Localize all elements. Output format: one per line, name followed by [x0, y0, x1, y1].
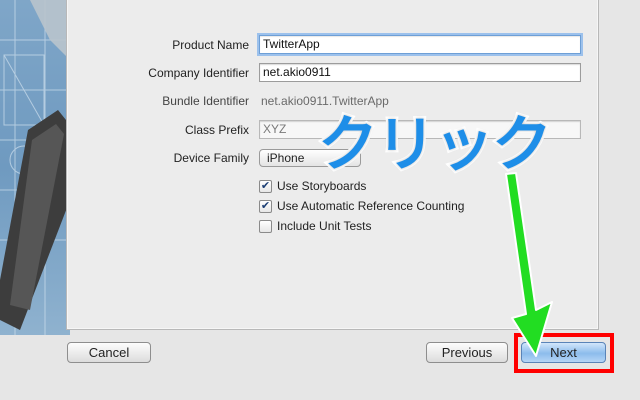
include-unit-tests-checkbox[interactable]: Include Unit Tests: [259, 218, 372, 234]
company-identifier-label: Company Identifier: [148, 66, 249, 80]
device-family-label: Device Family: [173, 151, 249, 165]
green-arrow-icon: [505, 172, 553, 357]
use-arc-label: Use Automatic Reference Counting: [277, 199, 465, 213]
cancel-button[interactable]: Cancel: [67, 342, 151, 363]
click-callout-text: クリック: [316, 108, 555, 183]
hammer-blueprint-icon: [0, 0, 70, 335]
product-name-field[interactable]: TwitterApp: [259, 35, 581, 54]
include-unit-tests-label: Include Unit Tests: [277, 219, 372, 233]
bundle-identifier-label: Bundle Identifier: [162, 94, 249, 108]
blueprint-artwork: [0, 0, 70, 335]
product-name-label: Product Name: [172, 38, 249, 52]
device-family-value: iPhone: [267, 151, 305, 165]
class-prefix-label: Class Prefix: [184, 123, 249, 137]
checkmark-icon: ✔: [259, 199, 272, 213]
checkmark-icon: ✔: [259, 179, 272, 193]
use-arc-checkbox[interactable]: ✔ Use Automatic Reference Counting: [259, 198, 464, 214]
unchecked-box-icon: [259, 219, 272, 233]
company-identifier-field[interactable]: net.akio0911: [259, 63, 581, 82]
